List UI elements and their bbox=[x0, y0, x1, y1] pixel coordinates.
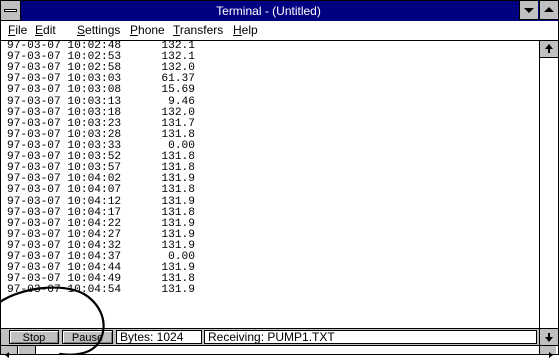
receiving-file: Receiving: PUMP1.TXT bbox=[204, 330, 537, 344]
horizontal-scroll-thumb[interactable] bbox=[19, 346, 36, 354]
terminal-line: 97-03-07 10:03:13 9.46 bbox=[7, 95, 195, 108]
arrow-up-icon[interactable] bbox=[540, 41, 558, 58]
arrow-right-icon[interactable] bbox=[539, 346, 556, 358]
minimize-icon[interactable] bbox=[519, 1, 538, 20]
arrow-left-icon[interactable] bbox=[1, 346, 18, 358]
system-menu-icon[interactable] bbox=[1, 1, 21, 21]
bytes-counter: Bytes: 1024 bbox=[116, 330, 202, 344]
menu-phone[interactable]: Phone bbox=[130, 23, 165, 37]
maximize-icon[interactable] bbox=[539, 1, 558, 20]
menu-settings[interactable]: Settings bbox=[77, 23, 120, 37]
terminal-line: 97-03-07 10:04:07 131.8 bbox=[7, 184, 195, 197]
menu-transfers[interactable]: Transfers bbox=[173, 23, 223, 37]
menu-file[interactable]: File bbox=[8, 23, 27, 37]
terminal-output[interactable]: 97-03-07 10:02:48 132.1 97-03-07 10:02:53… bbox=[1, 41, 539, 328]
transfer-status-bar: Stop Pause Bytes: 1024 Receiving: PUMP1.… bbox=[1, 328, 539, 345]
arrow-down-icon[interactable] bbox=[540, 328, 558, 345]
terminal-line: 97-03-07 10:04:54 131.9 bbox=[7, 284, 195, 297]
terminal-window: Terminal - (Untitled) File Edit Settings… bbox=[0, 0, 559, 358]
menu-edit[interactable]: Edit bbox=[35, 23, 56, 37]
stop-button[interactable]: Stop bbox=[9, 330, 59, 344]
menu-bar: File Edit Settings Phone Transfers Help bbox=[1, 21, 558, 41]
window-title: Terminal - (Untitled) bbox=[216, 4, 321, 18]
terminal-line: 97-03-07 10:04:12 131.9 bbox=[7, 195, 195, 208]
horizontal-scrollbar[interactable] bbox=[1, 345, 558, 358]
title-bar[interactable]: Terminal - (Untitled) bbox=[1, 1, 558, 21]
terminal-line: 97-03-07 10:03:08 15.69 bbox=[7, 84, 195, 97]
pause-button[interactable]: Pause bbox=[62, 330, 113, 344]
vertical-scrollbar[interactable] bbox=[539, 41, 558, 345]
menu-help[interactable]: Help bbox=[233, 23, 258, 37]
